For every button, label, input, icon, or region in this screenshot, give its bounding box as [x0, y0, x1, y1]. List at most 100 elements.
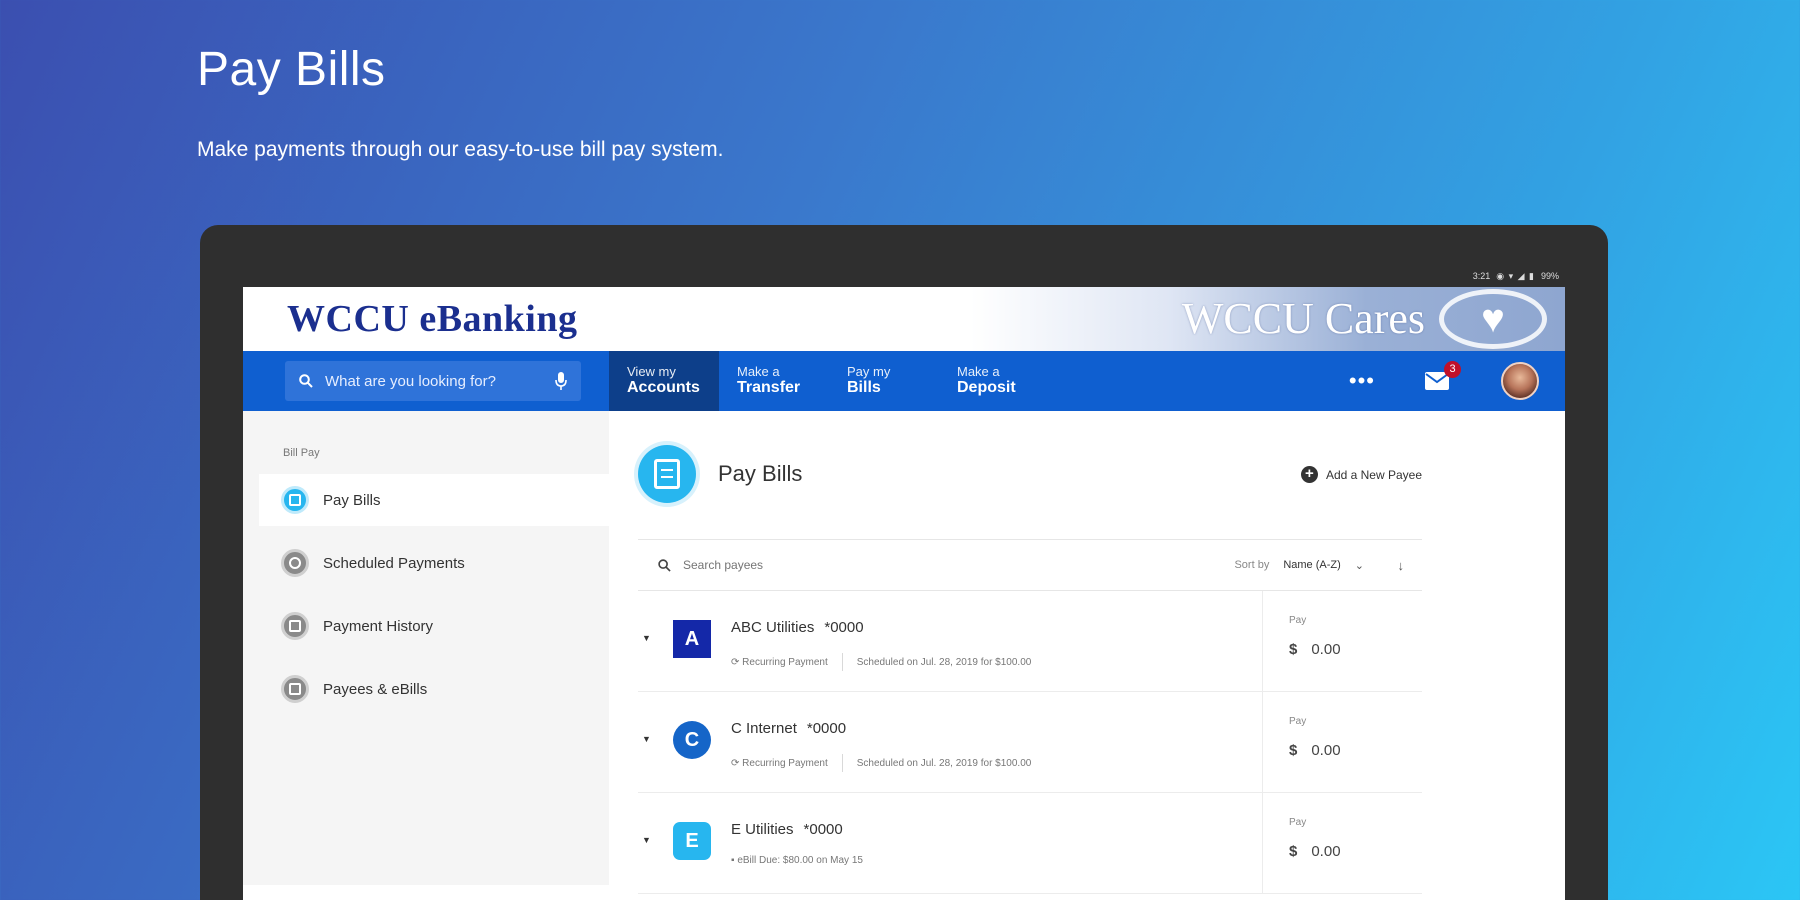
nav-deposit[interactable]: Make a Deposit — [939, 351, 1049, 411]
brand-logo[interactable]: WCCU eBanking — [287, 297, 578, 341]
sidebar-item-scheduled-payments[interactable]: Scheduled Payments — [259, 537, 609, 589]
recurring-label: ⟳ Recurring Payment — [731, 656, 828, 668]
nav-accounts[interactable]: View my Accounts — [609, 351, 719, 411]
payee-meta: ▪ eBill Due: $80.00 on May 15 — [731, 855, 863, 866]
nav-accounts-top: View my — [627, 364, 676, 379]
content-area: Bill Pay Pay Bills Scheduled Payments Pa… — [243, 411, 1565, 894]
bill-icon — [638, 445, 696, 503]
currency-symbol: $ — [1289, 843, 1298, 860]
nav-bills-label: Bills — [847, 379, 881, 397]
payee-name-text: E Utilities — [731, 821, 794, 838]
status-bar: 3:21 ◉ ▾ ◢ ▮ 99% — [243, 265, 1565, 287]
currency-symbol: $ — [1289, 641, 1298, 658]
payee-logo: C — [673, 721, 711, 759]
nav-bills-top: Pay my — [847, 364, 891, 379]
status-icons: ◉ ▾ ◢ ▮ — [1496, 270, 1535, 281]
nav-actions: ••• 3 — [1349, 351, 1565, 411]
bill-icon — [281, 486, 309, 514]
nav-transfer[interactable]: Make a Transfer — [719, 351, 829, 411]
main-nav: View my Accounts Make a Transfer Pay my … — [609, 351, 1049, 411]
sort-label: Sort by — [1234, 559, 1270, 571]
payee-name: E Utilities *0000 — [731, 821, 843, 838]
calendar-icon — [281, 612, 309, 640]
payee-logo: A — [673, 620, 711, 658]
payee-account: *0000 — [803, 821, 843, 838]
pay-label: Pay — [1289, 716, 1307, 727]
meta-divider — [841, 653, 843, 671]
scheduled-label: Scheduled on Jul. 28, 2019 for $100.00 — [856, 656, 1032, 668]
heart-hands-icon: ♥ — [1439, 289, 1547, 349]
pay-amount[interactable]: $ 0.00 — [1289, 843, 1341, 860]
nav-transfer-top: Make a — [737, 364, 780, 379]
global-search[interactable] — [285, 361, 581, 401]
expand-caret-icon[interactable]: ▼ — [642, 835, 651, 845]
payee-logo: E — [673, 822, 711, 860]
payee-row[interactable]: ▼ A ABC Utilities *0000 ⟳ Recurring Payme… — [638, 591, 1422, 692]
sidebar: Bill Pay Pay Bills Scheduled Payments Pa… — [243, 411, 609, 885]
search-icon — [658, 558, 671, 572]
payee-row[interactable]: ▼ C C Internet *0000 ⟳ Recurring Payment … — [638, 692, 1422, 793]
recurring-label: ⟳ Recurring Payment — [731, 757, 828, 769]
sort-dropdown[interactable]: Sort by Name (A-Z) ⌄ — [1234, 559, 1364, 572]
ebill-due-label: ▪ eBill Due: $80.00 on May 15 — [731, 855, 863, 866]
pay-amount[interactable]: $ 0.00 — [1289, 641, 1341, 658]
mail-count-badge: 3 — [1444, 361, 1461, 378]
expand-caret-icon[interactable]: ▼ — [642, 734, 651, 744]
microphone-icon[interactable] — [555, 372, 567, 390]
pay-amount[interactable]: $ 0.00 — [1289, 742, 1341, 759]
payee-row[interactable]: ▼ E E Utilities *0000 ▪ eBill Due: $80.00… — [638, 793, 1422, 894]
pay-amount-field[interactable]: Pay $ 0.00 — [1262, 591, 1422, 691]
nav-deposit-top: Make a — [957, 364, 1000, 379]
main-panel: Pay Bills + Add a New Payee Sort by — [609, 411, 1565, 894]
payee-name: ABC Utilities *0000 — [731, 619, 864, 636]
sidebar-item-pay-bills[interactable]: Pay Bills — [259, 474, 609, 526]
payee-meta: ⟳ Recurring Payment Scheduled on Jul. 28… — [731, 653, 1031, 671]
avatar[interactable] — [1501, 362, 1539, 400]
pay-amount-field[interactable]: Pay $ 0.00 — [1262, 793, 1422, 893]
clock-icon — [281, 549, 309, 577]
scheduled-label: Scheduled on Jul. 28, 2019 for $100.00 — [856, 757, 1032, 769]
expand-caret-icon[interactable]: ▼ — [642, 633, 651, 643]
hero-subtitle: Make payments through our easy-to-use bi… — [197, 138, 724, 161]
page-title: Pay Bills — [718, 461, 803, 486]
chevron-down-icon: ⌄ — [1354, 559, 1364, 572]
payee-name: C Internet *0000 — [731, 720, 846, 737]
sort-value: Name (A-Z) — [1283, 559, 1341, 571]
amount-value[interactable]: 0.00 — [1311, 843, 1340, 860]
payee-name-text: ABC Utilities — [731, 619, 815, 636]
sort-direction-icon[interactable]: ↓ — [1398, 558, 1405, 573]
global-search-input[interactable] — [325, 372, 543, 390]
search-icon — [299, 374, 313, 388]
more-options-icon[interactable]: ••• — [1349, 368, 1375, 394]
pay-amount-field[interactable]: Pay $ 0.00 — [1262, 692, 1422, 792]
payee-account: *0000 — [806, 720, 847, 737]
sidebar-item-label: Scheduled Payments — [323, 554, 465, 572]
payee-name-text: C Internet — [731, 720, 797, 737]
payee-list: Sort by Name (A-Z) ⌄ ↓ ▼ A ABC Utilities… — [638, 539, 1422, 894]
payee-search-input[interactable] — [683, 558, 983, 572]
mail-button[interactable]: 3 — [1425, 361, 1461, 390]
tablet-frame: 3:21 ◉ ▾ ◢ ▮ 99% WCCU eBanking WCCU Care… — [200, 225, 1608, 900]
cares-logo-text: WCCU Cares — [1181, 294, 1425, 343]
status-time: 3:21 — [1472, 271, 1491, 281]
top-nav: View my Accounts Make a Transfer Pay my … — [243, 351, 1565, 411]
plus-icon: + — [1300, 466, 1318, 483]
sidebar-section-label: Bill Pay — [283, 447, 320, 459]
sidebar-item-label: Payment History — [323, 617, 434, 635]
amount-value[interactable]: 0.00 — [1311, 742, 1340, 759]
nav-transfer-label: Transfer — [737, 379, 801, 397]
amount-value[interactable]: 0.00 — [1311, 641, 1340, 658]
nav-deposit-label: Deposit — [957, 379, 1016, 397]
pay-label: Pay — [1289, 615, 1307, 626]
brand-banner: WCCU eBanking WCCU Cares ♥ — [243, 287, 1565, 351]
payee-meta: ⟳ Recurring Payment Scheduled on Jul. 28… — [731, 754, 1031, 772]
sidebar-item-label: Payees & eBills — [323, 680, 428, 698]
sidebar-item-payees-ebills[interactable]: Payees & eBills — [259, 663, 609, 715]
payee-search-bar: Sort by Name (A-Z) ⌄ ↓ — [638, 539, 1422, 591]
sidebar-item-payment-history[interactable]: Payment History — [259, 600, 609, 652]
add-payee-label: Add a New Payee — [1325, 467, 1422, 482]
nav-bills[interactable]: Pay my Bills — [829, 351, 939, 411]
add-payee-button[interactable]: + Add a New Payee — [1300, 466, 1422, 483]
page-header: Pay Bills — [638, 445, 802, 503]
hero-title: Pay Bills — [197, 43, 386, 96]
